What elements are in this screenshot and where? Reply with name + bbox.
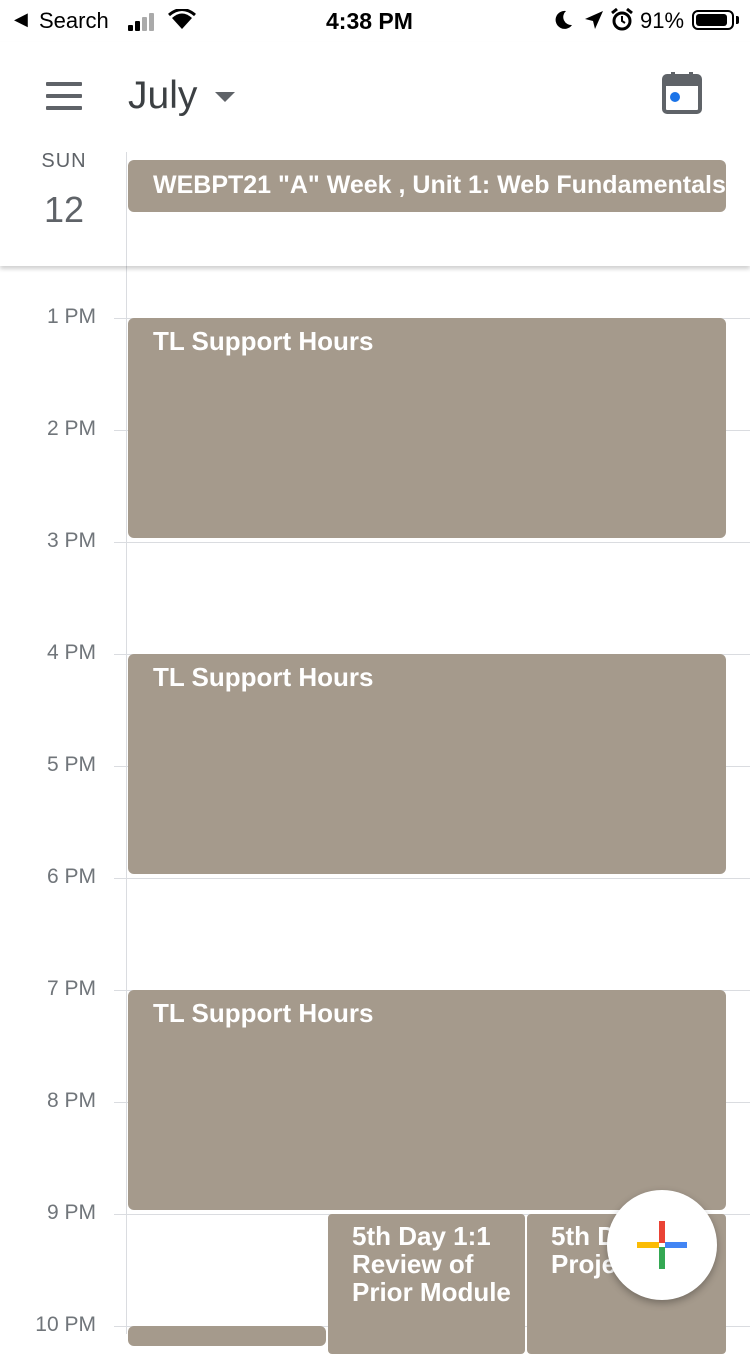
time-gutter-divider — [126, 266, 127, 1334]
do-not-disturb-moon-icon — [552, 9, 574, 37]
battery-percentage: 91% — [640, 8, 685, 33]
hour-gridline — [114, 878, 750, 879]
header-divider — [126, 152, 127, 266]
day-number: 12 — [43, 189, 85, 230]
back-to-app-label[interactable]: Search — [39, 8, 109, 34]
cellular-signal-icon — [128, 11, 160, 31]
location-arrow-icon — [583, 9, 605, 37]
hour-label: 2 PM — [46, 417, 96, 440]
hamburger-menu-icon[interactable] — [44, 82, 84, 110]
hour-label: 6 PM — [46, 865, 96, 888]
alarm-clock-icon — [610, 7, 634, 39]
hour-label: 3 PM — [46, 529, 96, 552]
month-title[interactable]: July — [128, 74, 197, 118]
status-bar: ◀ Search 4:38 PM 91% — [0, 0, 750, 42]
event-10pm-block[interactable] — [128, 1326, 326, 1346]
today-calendar-icon[interactable] — [660, 72, 704, 116]
hour-label: 10 PM — [35, 1313, 96, 1336]
day-of-week: SUN — [41, 150, 87, 172]
create-event-button[interactable] — [607, 1190, 717, 1300]
day-indicator[interactable]: SUN 12 — [20, 150, 108, 231]
all-day-event[interactable]: WEBPT21 "A" Week , Unit 1: Web Fundament… — [128, 160, 726, 212]
wifi-icon — [168, 8, 196, 37]
hour-label: 1 PM — [46, 305, 96, 328]
battery-tip — [736, 16, 739, 24]
hour-label: 4 PM — [46, 641, 96, 664]
event-tl-support-1[interactable]: TL Support Hours — [128, 318, 726, 538]
plus-icon — [637, 1221, 687, 1269]
month-dropdown-caret-icon[interactable] — [215, 92, 235, 102]
hour-label: 7 PM — [46, 977, 96, 1000]
hour-label: 9 PM — [46, 1201, 96, 1224]
back-arrow-icon[interactable]: ◀ — [14, 9, 28, 30]
calendar-header: July SUN 12 WEBPT21 "A" Week , Unit 1: W… — [0, 42, 750, 266]
event-tl-support-2[interactable]: TL Support Hours — [128, 654, 726, 874]
hour-label: 5 PM — [46, 753, 96, 776]
hour-gridline — [114, 542, 750, 543]
schedule-grid: 1 PM 2 PM 3 PM 4 PM 5 PM 6 PM 7 PM 8 PM 9 PM 10 P… — [0, 266, 750, 1354]
hour-label: 8 PM — [46, 1089, 96, 1112]
event-tl-support-3[interactable]: TL Support Hours — [128, 990, 726, 1210]
clock-time: 4:38 PM — [326, 8, 413, 34]
battery-icon — [692, 10, 734, 30]
event-5th-day-review[interactable]: 5th Day 1:1 Review of Prior Module — [328, 1214, 525, 1354]
